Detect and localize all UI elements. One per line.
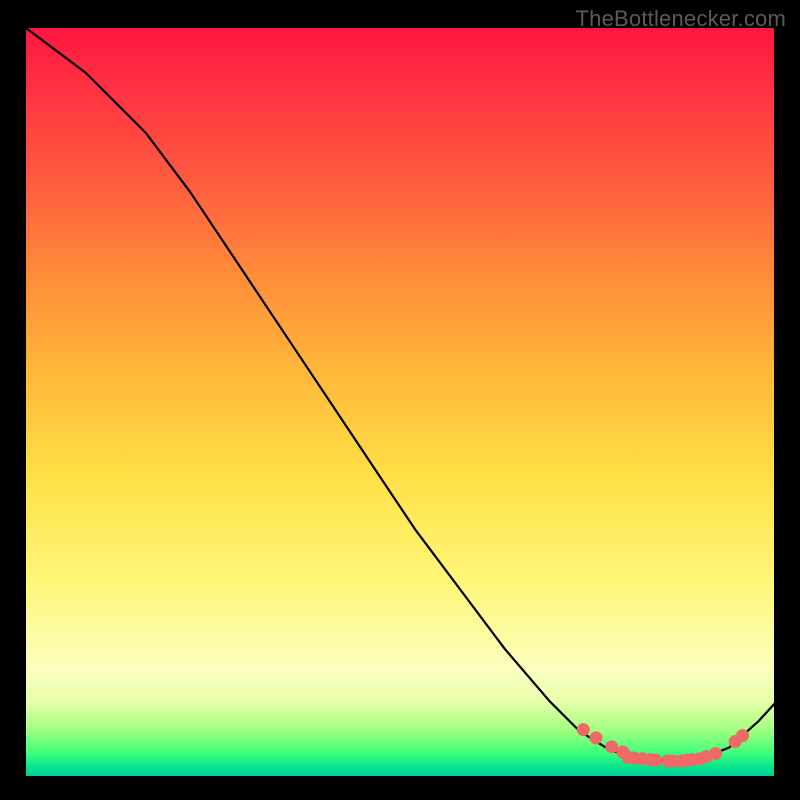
data-point (605, 740, 618, 753)
chart-frame: TheBottlenecker.com (0, 0, 800, 800)
watermark-text: TheBottlenecker.com (576, 6, 786, 32)
data-point (577, 723, 590, 736)
data-point (589, 731, 602, 744)
data-point (709, 747, 722, 760)
series-curve (26, 28, 774, 763)
data-point (736, 729, 749, 742)
data-point (649, 754, 662, 767)
chart-overlay (26, 28, 774, 776)
